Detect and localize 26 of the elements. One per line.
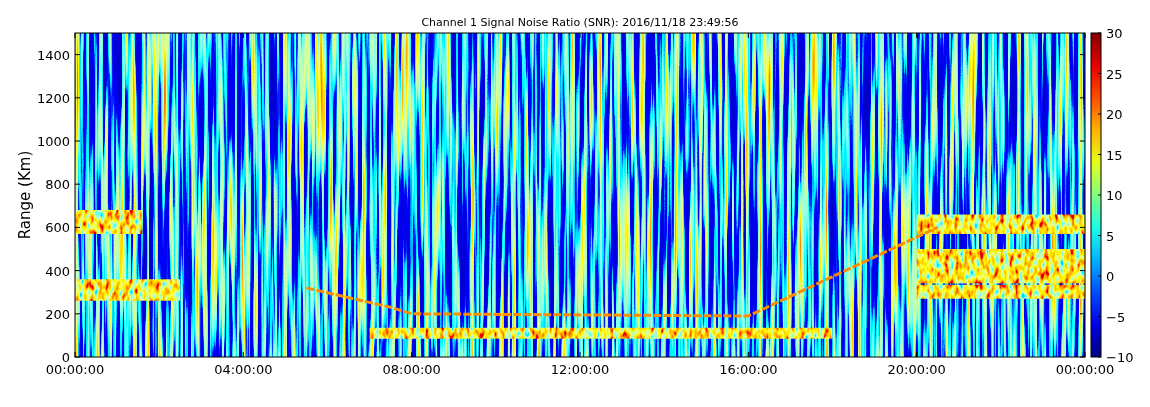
colorbar-tick-label: −5 [1106, 309, 1126, 325]
y-tick-label: 600 [45, 220, 70, 236]
x-tick-label: 12:00:00 [550, 362, 610, 377]
x-tick-label: 04:00:00 [214, 362, 273, 377]
colorbar-tick-label: 0 [1106, 269, 1115, 284]
y-tick-label: 200 [45, 306, 70, 322]
y-tick-label: 1200 [36, 90, 70, 106]
y-tick-label: 800 [45, 177, 70, 193]
x-tick-label: 00:00:00 [45, 362, 105, 377]
colorbar-tick-label: 20 [1106, 107, 1123, 122]
colorbar-tick-label: 10 [1106, 188, 1123, 203]
y-axis-label: Range (Km) [16, 150, 34, 240]
x-tick-label: 00:00:00 [1055, 362, 1115, 377]
x-tick-label: 20:00:00 [887, 362, 946, 377]
x-tick-label: 08:00:00 [382, 362, 441, 377]
y-tick-label: 400 [45, 263, 70, 279]
colorbar-tick-label: 5 [1106, 228, 1115, 244]
y-tick-label: 0 [61, 350, 70, 365]
y-tick-label: 1000 [36, 134, 70, 149]
chart-title: Channel 1 Signal Noise Ratio (SNR): 2016/11/18 23:49:56 [421, 16, 739, 29]
x-tick-label: 16:00:00 [719, 362, 778, 377]
colorbar-tick-label: 30 [1106, 26, 1123, 41]
y-tick-label: 1400 [36, 47, 70, 63]
colorbar-tick-label: 25 [1106, 66, 1123, 82]
colorbar-tick-label: 15 [1106, 147, 1123, 163]
colorbar-tick-label: −10 [1106, 350, 1134, 365]
